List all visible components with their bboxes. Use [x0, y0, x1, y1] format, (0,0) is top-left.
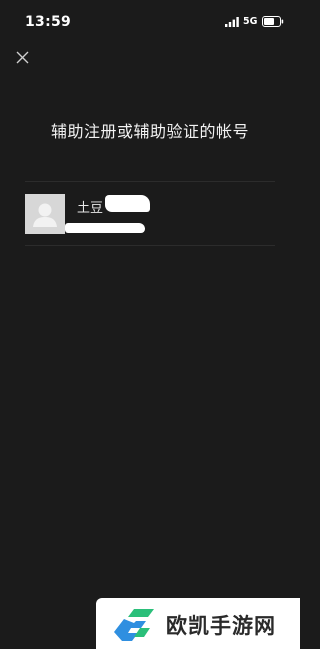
network-label: 5G	[243, 16, 258, 27]
redacted-name	[105, 195, 150, 212]
battery-icon	[262, 16, 284, 27]
signal-icon	[225, 17, 239, 27]
page-title: 辅助注册或辅助验证的帐号	[50, 122, 249, 141]
list-divider-bottom	[25, 245, 275, 246]
status-time: 13:59	[25, 14, 72, 30]
watermark-logo-icon	[114, 609, 154, 641]
account-list-item[interactable]: 土豆	[25, 183, 275, 244]
redacted-account-id	[65, 223, 145, 233]
default-avatar-icon	[25, 194, 65, 234]
list-divider-top	[25, 181, 275, 182]
close-button[interactable]	[13, 48, 31, 66]
avatar	[25, 194, 65, 234]
account-name: 土豆	[77, 201, 104, 216]
status-bar: 13:59 5G	[0, 0, 300, 46]
screen: 13:59 5G 辅助注册或辅助验证的帐号 土豆 欧凯手游网	[0, 0, 300, 649]
close-icon	[16, 51, 29, 64]
watermark: 欧凯手游网	[96, 598, 300, 649]
watermark-text: 欧凯手游网	[166, 614, 276, 638]
